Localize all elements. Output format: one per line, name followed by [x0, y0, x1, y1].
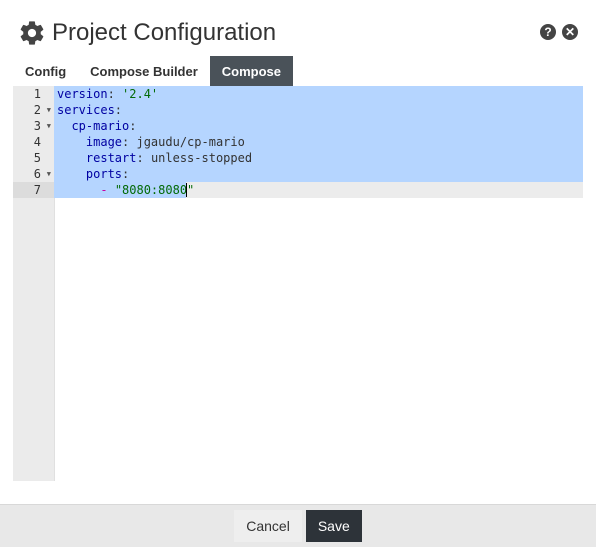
- tab-config[interactable]: Config: [13, 56, 78, 86]
- selection-highlight: [54, 102, 583, 118]
- cancel-button[interactable]: Cancel: [234, 510, 302, 542]
- line-number: 4: [33, 135, 41, 149]
- text-cursor: [186, 183, 187, 197]
- tab-compose[interactable]: Compose: [209, 56, 294, 86]
- code-text: version: '2.4': [57, 87, 159, 101]
- code-line: 2 ▼ services:: [34, 102, 583, 118]
- line-number: 5: [33, 151, 41, 165]
- tab-compose-builder[interactable]: Compose Builder: [78, 56, 210, 86]
- code-text: cp-mario:: [71, 119, 137, 133]
- code-line: 4 image: jgaudu/cp-mario: [34, 134, 583, 150]
- line-number: 7: [13, 182, 54, 198]
- code-text: ports:: [85, 167, 130, 181]
- gear-icon: [20, 21, 44, 45]
- help-icon[interactable]: ?: [540, 24, 556, 40]
- line-number: 6 ▼: [33, 166, 51, 183]
- code-text: restart: unless-stopped: [85, 151, 253, 165]
- code-line: 6 ▼ ports:: [34, 166, 583, 182]
- line-number: 3 ▼: [33, 118, 51, 135]
- fold-toggle-icon[interactable]: ▼: [47, 118, 51, 135]
- code-text: image: jgaudu/cp-mario: [85, 135, 245, 149]
- code-text: services:: [57, 103, 123, 117]
- dialog-footer: Cancel Save: [0, 504, 596, 547]
- code-line: 3 ▼ cp-mario:: [34, 118, 583, 134]
- tab-bar: Config Compose Builder Compose: [13, 56, 583, 88]
- dialog-header: Project Configuration: [18, 16, 276, 50]
- dialog-title: Project Configuration: [52, 19, 277, 46]
- code-text: - "8080:8080": [100, 183, 195, 197]
- fold-toggle-icon[interactable]: ▼: [47, 102, 51, 119]
- code-line: 5 restart: unless-stopped: [34, 150, 583, 166]
- line-number: 1: [33, 87, 41, 101]
- code-line: 1 version: '2.4': [34, 86, 583, 102]
- header-actions: ? ✕: [540, 24, 578, 40]
- fold-toggle-icon[interactable]: ▼: [47, 166, 51, 183]
- line-number: 2 ▼: [33, 102, 51, 119]
- close-icon[interactable]: ✕: [562, 24, 578, 40]
- code-line-active: 7 - "8080:8080": [13, 182, 583, 198]
- save-button[interactable]: Save: [305, 510, 362, 542]
- selection-highlight: [54, 166, 583, 182]
- code-editor[interactable]: 1 version: '2.4' 2 ▼ services: 3 ▼ cp-ma…: [13, 86, 583, 481]
- editor-code-area[interactable]: 1 version: '2.4' 2 ▼ services: 3 ▼ cp-ma…: [13, 86, 583, 481]
